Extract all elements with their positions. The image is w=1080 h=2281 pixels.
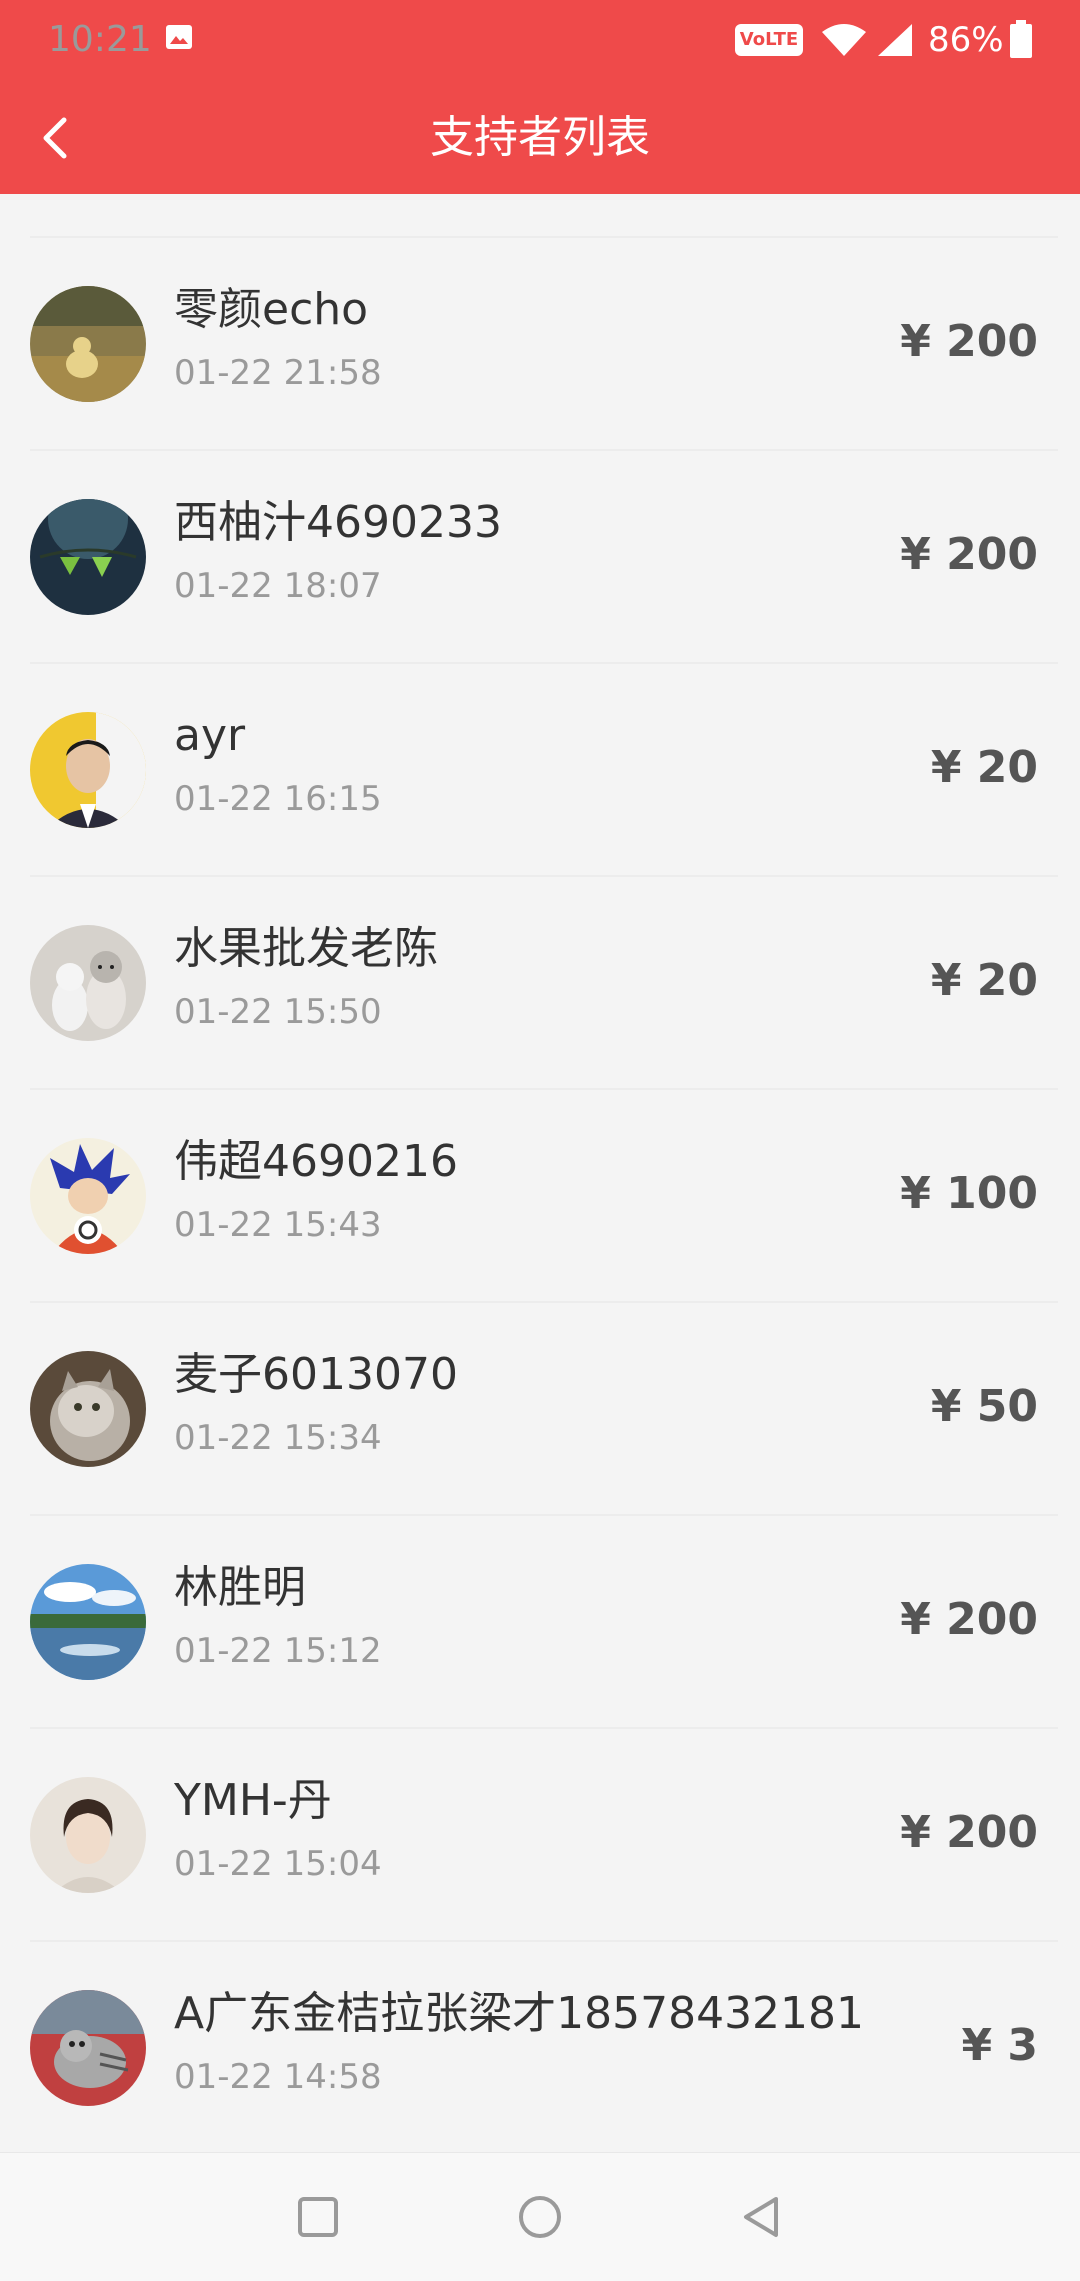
- support-amount: ¥ 200: [900, 1594, 1038, 1645]
- list-item[interactable]: 麦子6013070 01-22 15:34 ¥ 50: [30, 1301, 1058, 1514]
- supporter-name: 麦子6013070: [174, 1349, 458, 1400]
- support-time: 01-22 15:43: [174, 1205, 382, 1245]
- navigation-bar: 支持者列表: [0, 80, 1080, 194]
- list-item[interactable]: 林胜明 01-22 15:12 ¥ 200: [30, 1514, 1058, 1727]
- support-amount: ¥ 200: [900, 529, 1038, 580]
- battery-icon: [1010, 20, 1032, 58]
- support-amount: ¥ 50: [930, 1381, 1038, 1432]
- avatar: [30, 1138, 146, 1254]
- support-time: 01-22 21:58: [174, 353, 382, 393]
- support-time: 01-22 15:04: [174, 1844, 382, 1884]
- supporter-name: 水果批发老陈: [174, 923, 438, 974]
- supporter-name: 西柚汁4690233: [174, 497, 502, 548]
- support-amount: ¥ 3: [961, 2020, 1038, 2071]
- avatar: [30, 1777, 146, 1893]
- wifi-icon: [822, 24, 866, 56]
- list-item[interactable]: 西柚汁4690233 01-22 18:07 ¥ 200: [30, 449, 1058, 662]
- list-item[interactable]: 水果批发老陈 01-22 15:50 ¥ 20: [30, 875, 1058, 1088]
- avatar: [30, 286, 146, 402]
- system-navigation-bar: [0, 2152, 1080, 2281]
- volte-icon: VoLTE: [735, 24, 803, 56]
- list-item[interactable]: 伟超4690216 01-22 15:43 ¥ 100: [30, 1088, 1058, 1301]
- support-time: 01-22 18:07: [174, 566, 382, 606]
- supporter-name: 零颜echo: [174, 284, 369, 335]
- avatar: [30, 1351, 146, 1467]
- supporter-name: ayr: [174, 710, 246, 761]
- supporter-name: A广东金桔拉张梁才18578432181: [174, 1988, 865, 2039]
- list-item[interactable]: A广东金桔拉张梁才18578432181 01-22 14:58 ¥ 3: [30, 1940, 1058, 2153]
- avatar: [30, 925, 146, 1041]
- support-time: 01-22 15:12: [174, 1631, 382, 1671]
- signal-icon: [878, 24, 912, 56]
- support-amount: ¥ 100: [900, 1168, 1038, 1219]
- support-time: 01-22 14:58: [174, 2057, 382, 2097]
- avatar: [30, 712, 146, 828]
- supporter-name: 林胜明: [174, 1562, 306, 1613]
- supporter-list: 零颜echo 01-22 21:58 ¥ 200 西柚汁4690233 01-2…: [0, 236, 1080, 2153]
- list-item[interactable]: YMH-丹 01-22 15:04 ¥ 200: [30, 1727, 1058, 1940]
- supporter-name: YMH-丹: [174, 1775, 332, 1826]
- support-amount: ¥ 20: [930, 742, 1038, 793]
- list-item[interactable]: ayr 01-22 16:15 ¥ 20: [30, 662, 1058, 875]
- status-bar: 10:21 VoLTE 86%: [0, 0, 1080, 80]
- supporter-name: 伟超4690216: [174, 1136, 458, 1187]
- support-amount: ¥ 200: [900, 316, 1038, 367]
- battery-percent: 86%: [928, 20, 1004, 60]
- app-header: 10:21 VoLTE 86% 支持者列表: [0, 0, 1080, 194]
- support-amount: ¥ 20: [930, 955, 1038, 1006]
- avatar: [30, 499, 146, 615]
- page-title: 支持者列表: [430, 112, 650, 163]
- avatar: [30, 1564, 146, 1680]
- support-amount: ¥ 200: [900, 1807, 1038, 1858]
- support-time: 01-22 15:34: [174, 1418, 382, 1458]
- status-time: 10:21: [48, 19, 152, 60]
- list-item[interactable]: 零颜echo 01-22 21:58 ¥ 200: [30, 236, 1058, 449]
- image-notification-icon: [166, 25, 192, 49]
- avatar: [30, 1990, 146, 2106]
- support-time: 01-22 15:50: [174, 992, 382, 1032]
- square-icon[interactable]: [288, 2187, 348, 2247]
- circle-icon[interactable]: [510, 2187, 570, 2247]
- triangle-back-icon[interactable]: [732, 2187, 792, 2247]
- support-time: 01-22 16:15: [174, 779, 382, 819]
